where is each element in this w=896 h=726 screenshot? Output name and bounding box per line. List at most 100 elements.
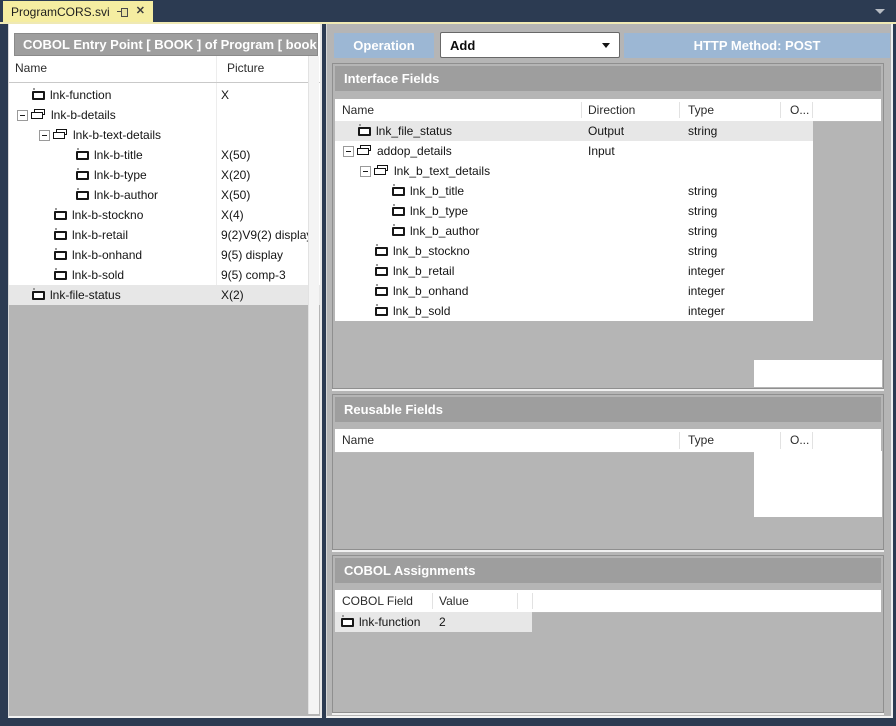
tree-row[interactable]: addop_detailsInput (335, 141, 813, 161)
cobol-assignments-section: COBOL Assignments COBOL Field Value lnk-… (332, 555, 884, 713)
column-header-picture[interactable]: Picture (227, 61, 264, 75)
indent-spacer (9, 155, 61, 156)
field-name: lnk-b-onhand (72, 248, 142, 262)
indent-spacer (9, 195, 61, 196)
field-name: lnk-b-text-details (73, 128, 161, 142)
tree-row[interactable]: lnk_b_titlestring (335, 181, 813, 201)
group-record-icon (374, 165, 390, 177)
column-header-cobol-field[interactable]: COBOL Field (342, 594, 413, 608)
tree-row[interactable]: lnk_b_onhandinteger (335, 281, 813, 301)
tree-row[interactable]: lnk-b-text-details (9, 125, 320, 145)
cell-type: integer (688, 281, 725, 301)
cell-picture: X(50) (221, 145, 250, 165)
assignment-row[interactable]: lnk-function 2 (335, 612, 532, 632)
assignment-value: 2 (439, 612, 446, 632)
http-method-badge: HTTP Method: POST (624, 33, 890, 58)
field-icon (375, 247, 388, 256)
tree-collapse-toggle[interactable] (39, 130, 50, 141)
cell-type: string (688, 181, 717, 201)
tree-row[interactable]: lnk-b-details (9, 105, 320, 125)
tree-row[interactable]: lnk_b_soldinteger (335, 301, 813, 321)
column-divider (812, 102, 813, 118)
column-header-occurs[interactable]: O... (790, 433, 809, 447)
cell-type: string (688, 241, 717, 261)
close-icon[interactable]: ✕ (136, 6, 145, 17)
cobol-structure-table: Name Picture lnk-functionX lnk-b-details l… (9, 56, 320, 305)
cell-type: string (688, 201, 717, 221)
tree-row[interactable]: lnk_b_type string (335, 201, 813, 221)
tree-row[interactable]: lnk-file-statusX(2) (9, 285, 320, 305)
tree-row[interactable]: lnk_b_retailinteger (335, 261, 813, 281)
tree-collapse-toggle[interactable] (17, 110, 28, 121)
field-name: lnk-b-sold (72, 268, 124, 282)
operation-dropdown[interactable]: Add (440, 32, 620, 58)
tree-row[interactable]: lnk-functionX (9, 85, 320, 105)
assignment-field-name: lnk-function (359, 615, 420, 629)
column-header-name[interactable]: Name (15, 61, 47, 75)
tree-row[interactable]: lnk-b-authorX(50) (9, 185, 320, 205)
cell-picture: X(4) (221, 205, 244, 225)
field-name: lnk_b_text_details (394, 164, 490, 178)
indent-spacer (335, 191, 377, 192)
cell-picture: X (221, 85, 229, 105)
field-name: lnk_b_type (410, 204, 468, 218)
indent-spacer (335, 171, 360, 172)
field-icon (54, 231, 67, 240)
tree-row[interactable]: lnk-b-typeX(20) (9, 165, 320, 185)
cell-picture: 9(5) comp-3 (221, 265, 286, 285)
operation-dropdown-value: Add (450, 38, 475, 53)
reusable-fields-empty-area (754, 451, 882, 517)
field-icon (54, 251, 67, 260)
document-tab[interactable]: ProgramCORS.svi ✕ (3, 1, 153, 22)
tree-row[interactable]: lnk_file_statusOutputstring (335, 121, 813, 141)
column-divider (679, 102, 680, 118)
interface-fields-column-header: Name Direction Type O... (335, 99, 881, 122)
field-name: lnk-b-stockno (72, 208, 143, 222)
tree-collapse-toggle[interactable] (343, 146, 354, 157)
indent-spacer (9, 95, 17, 96)
tree-row[interactable]: lnk_b_authorstring (335, 221, 813, 241)
tree-row[interactable]: lnk-b-title X(50) (9, 145, 320, 165)
field-name: lnk-b-title (94, 148, 143, 162)
left-panel-top-area: COBOL Entry Point [ BOOK ] of Program [ … (9, 24, 320, 56)
field-icon (76, 151, 89, 160)
column-header-occurs[interactable]: O... (790, 103, 809, 117)
cell-type: string (688, 221, 717, 241)
left-panel-scrollbar[interactable] (308, 56, 319, 714)
tab-list-dropdown-icon[interactable] (875, 9, 885, 14)
field-name: lnk-b-retail (72, 228, 128, 242)
tree-row[interactable]: lnk_b_text_details (335, 161, 813, 181)
column-header-name[interactable]: Name (342, 103, 374, 117)
tree-row[interactable]: lnk-b-retail9(2)V9(2) display (9, 225, 320, 245)
interface-fields-section: Interface Fields Name Direction Type O..… (332, 63, 884, 389)
cobol-table-column-header: Name Picture (9, 56, 320, 83)
group-record-icon (53, 129, 69, 141)
indent-spacer (335, 151, 343, 152)
field-icon (375, 267, 388, 276)
tree-row[interactable]: lnk-b-stockno X(4) (9, 205, 320, 225)
indent-spacer (9, 215, 39, 216)
column-divider (679, 432, 680, 449)
tree-row[interactable]: lnk-b-sold 9(5) comp-3 (9, 265, 320, 285)
column-divider (780, 102, 781, 118)
tree-collapse-toggle[interactable] (360, 166, 371, 177)
indent-spacer (9, 175, 61, 176)
field-icon (341, 618, 354, 627)
cell-picture: X(20) (221, 165, 250, 185)
field-name: lnk_b_stockno (393, 244, 470, 258)
column-header-type[interactable]: Type (688, 103, 714, 117)
field-icon (375, 307, 388, 316)
field-name: lnk-b-details (51, 108, 116, 122)
tree-row[interactable]: lnk_b_stockno string (335, 241, 813, 261)
field-icon (375, 287, 388, 296)
column-header-value[interactable]: Value (439, 594, 469, 608)
column-header-direction[interactable]: Direction (588, 103, 635, 117)
tree-row[interactable]: lnk-b-onhand9(5) display (9, 245, 320, 265)
group-record-icon (357, 145, 373, 157)
pin-icon[interactable] (117, 6, 129, 18)
field-icon (54, 271, 67, 280)
field-icon (76, 171, 89, 180)
column-header-type[interactable]: Type (688, 433, 714, 447)
operation-mapping-panel: Operation Add HTTP Method: POST Interfac… (326, 24, 893, 718)
column-header-name[interactable]: Name (342, 433, 374, 447)
